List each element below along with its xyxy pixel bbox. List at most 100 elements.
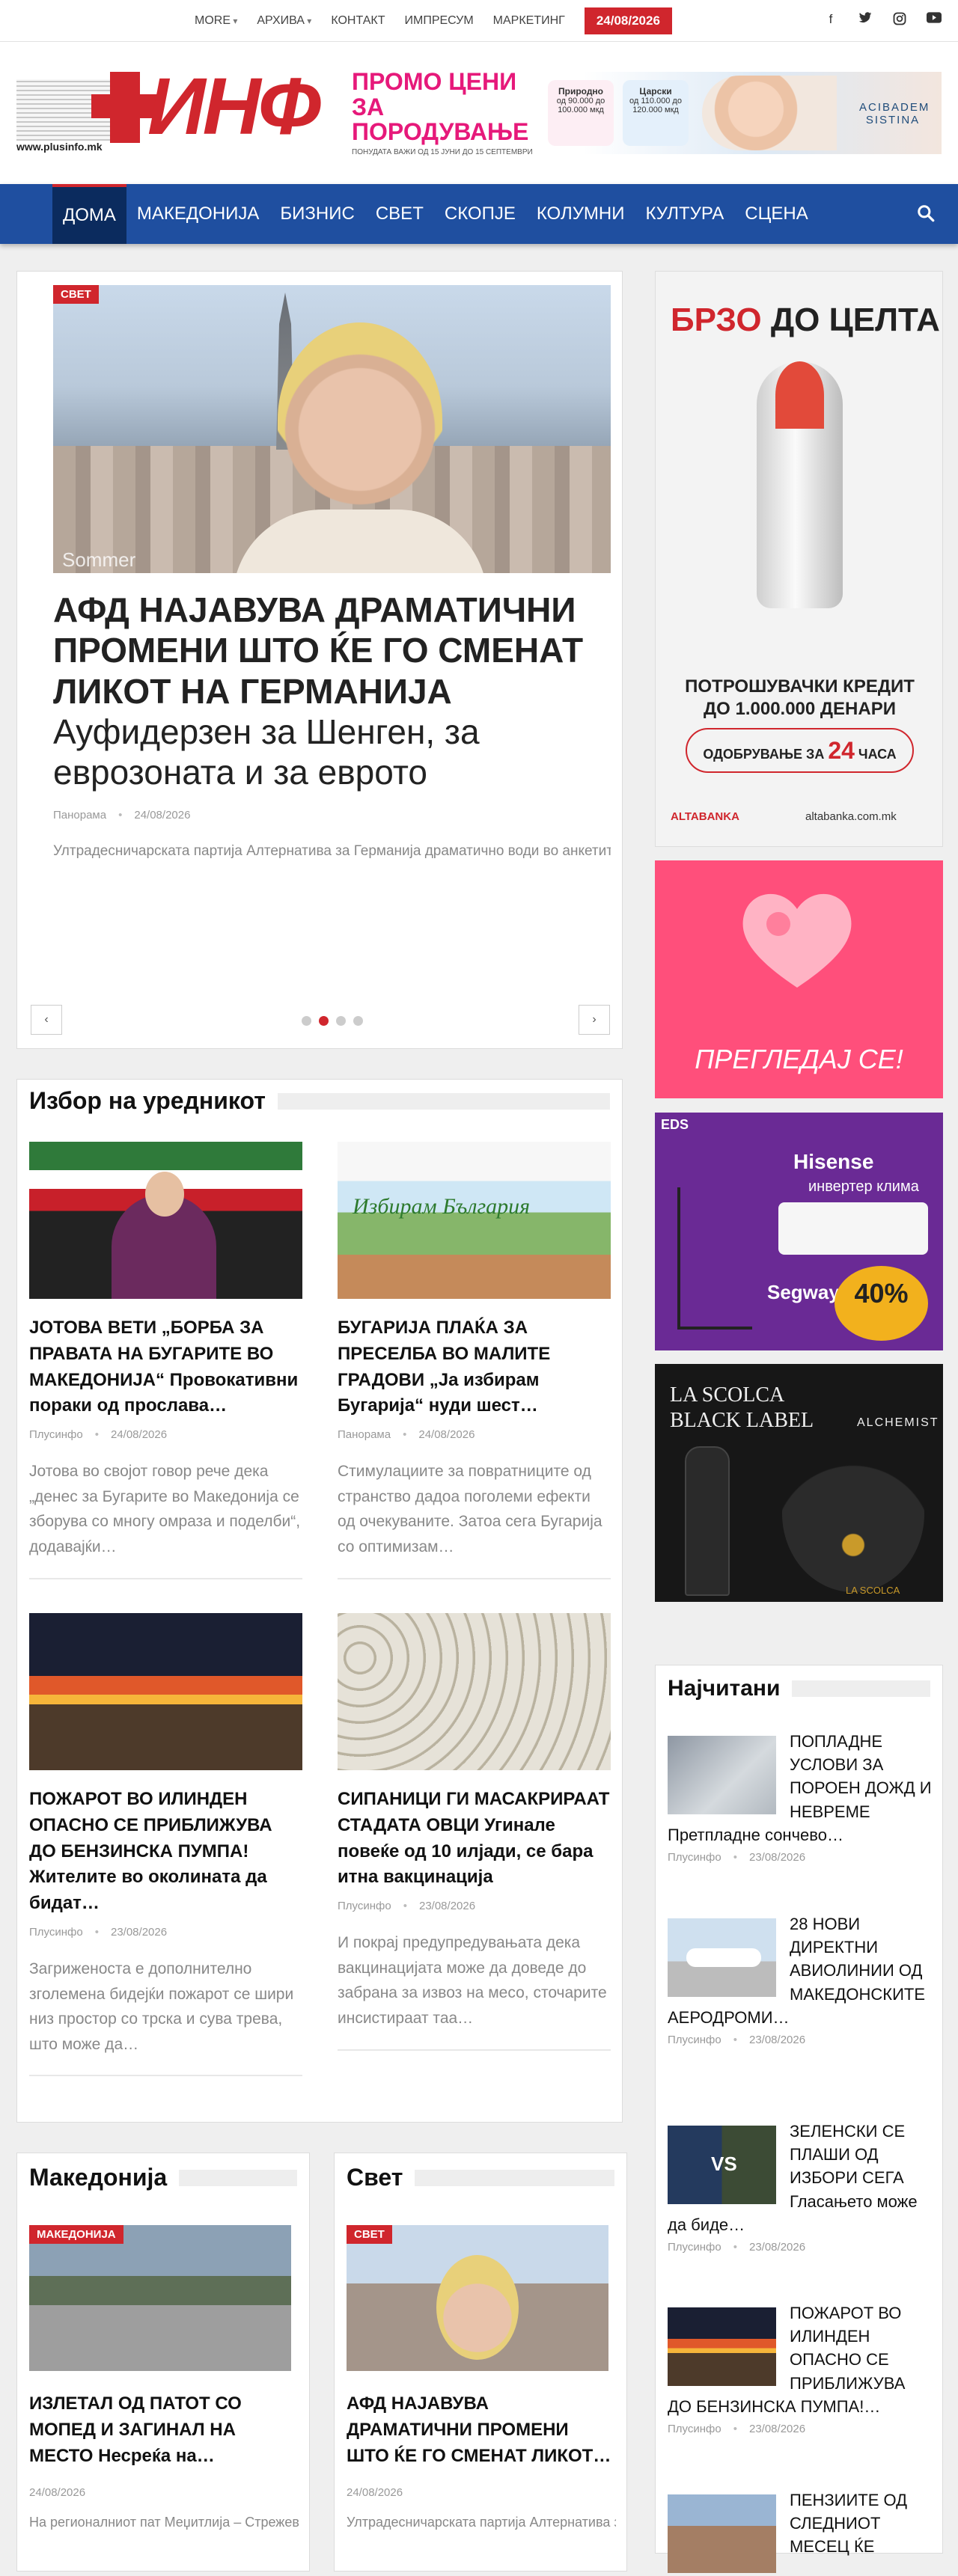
editors-card-meta: Панорама24/08/2026 xyxy=(338,1428,611,1441)
slide-headline[interactable]: АФД НАЈАВУВА ДРАМАТИЧНИ ПРОМЕНИ ШТО ЌЕ Г… xyxy=(53,590,583,711)
nav-home[interactable]: ДОМА xyxy=(52,184,126,244)
slider-dot[interactable] xyxy=(302,1016,311,1026)
slider-prev-button[interactable]: ‹ xyxy=(31,1005,62,1035)
editors-choice-title: Избор на уредникот xyxy=(29,1087,266,1114)
most-read-header: Најчитани xyxy=(668,1676,930,1701)
nav-scene[interactable]: СЦЕНА xyxy=(734,184,818,244)
world-article-excerpt: Ултрадесничарската партија Алтернатива з… xyxy=(347,2515,616,2530)
nav-world[interactable]: СВЕТ xyxy=(365,184,434,244)
top-nav-more[interactable]: MORE xyxy=(195,14,237,28)
slide-title[interactable]: АФД НАЈАВУВА ДРАМАТИЧНИ ПРОМЕНИ ШТО ЌЕ Г… xyxy=(53,590,622,792)
macedonia-article-title[interactable]: ИЗЛЕТАЛ ОД ПАТОТ СО МОПЕД И ЗАГИНАЛ НА М… xyxy=(29,2391,299,2469)
most-read-thumb[interactable] xyxy=(668,2126,776,2204)
most-read-author[interactable]: Плусинфо xyxy=(668,2034,721,2046)
eds-ad[interactable]: EDS Hisense инвертер клима Segway 40% xyxy=(655,1113,943,1350)
baby-image xyxy=(702,76,837,150)
divider xyxy=(29,1577,302,1579)
youtube-icon[interactable] xyxy=(927,12,942,29)
editors-card: ЈОТОВА ВЕТИ „БОРБА ЗА ПРАВАТА НА БУГАРИТ… xyxy=(29,1142,302,1579)
logo-plus-v xyxy=(110,72,140,143)
top-nav-impressum[interactable]: ИМПРЕСУМ xyxy=(404,14,473,28)
slide-image[interactable]: Sommer СВЕТ xyxy=(53,285,611,573)
editors-card-excerpt: И покрај предупредувањата дека вакцинаци… xyxy=(338,1934,607,2027)
most-read-date: 23/08/2026 xyxy=(721,2034,805,2046)
ad-button-pre: ОДОБРУВАЊЕ ЗА xyxy=(703,747,829,762)
most-read-author[interactable]: Плусинфо xyxy=(668,2241,721,2254)
macedonia-header: Македонија xyxy=(29,2164,297,2191)
editors-card-author[interactable]: Плусинфо xyxy=(338,1900,391,1912)
most-read-thumb[interactable] xyxy=(668,1918,776,1997)
promo-box-caesarean-text: од 110.000 до 120.000 мкд xyxy=(629,97,682,114)
top-nav-archive[interactable]: АРХИВА xyxy=(257,14,311,28)
ad-segway: Segway xyxy=(767,1281,840,1303)
editors-card-image[interactable] xyxy=(338,1613,611,1770)
editors-card-date: 23/08/2026 xyxy=(83,1926,167,1939)
ad-text: ПРЕГЛЕДАЈ СЕ! xyxy=(695,1044,903,1074)
world-article-image[interactable]: СВЕТ xyxy=(347,2225,608,2371)
most-read-meta: Плусинфо23/08/2026 xyxy=(668,1847,933,1864)
most-read-meta: Плусинфо23/08/2026 xyxy=(668,2236,933,2254)
editors-card-title[interactable]: ЈОТОВА ВЕТИ „БОРБА ЗА ПРАВАТА НА БУГАРИТ… xyxy=(29,1315,302,1419)
slide-author[interactable]: Панорама xyxy=(53,809,106,822)
instagram-icon[interactable] xyxy=(892,12,907,29)
most-read-thumb[interactable] xyxy=(668,2494,776,2573)
slide-category-badge[interactable]: СВЕТ xyxy=(53,285,99,304)
nav-culture[interactable]: КУЛТУРА xyxy=(635,184,735,244)
ad-button-post: ЧАСА xyxy=(854,747,897,762)
nav-macedonia[interactable]: МАКЕДОНИЈА xyxy=(126,184,270,244)
most-read-item: ПОЖАРОТ ВО ИЛИНДЕН ОПАСНО СЕ ПРИБЛИЖУВА … xyxy=(668,2301,933,2435)
editors-card-image[interactable] xyxy=(29,1613,302,1770)
macedonia-title: Македонија xyxy=(29,2164,168,2191)
slider-next-button[interactable]: › xyxy=(579,1005,610,1035)
alchemist-ad[interactable]: LA SCOLCA BLACK LABEL ALCHEMIST LA SCOLC… xyxy=(655,1364,943,1602)
editors-card-title[interactable]: СИПАНИЦИ ГИ МАСАКРИРААТ СТАДАТА ОВЦИ Уги… xyxy=(338,1787,611,1891)
rocket-image xyxy=(757,361,843,608)
air-conditioner-image xyxy=(778,1202,928,1255)
most-read-author[interactable]: Плусинфо xyxy=(668,2423,721,2435)
editors-card-title[interactable]: БУГАРИЈА ПЛАЌА ЗА ПРЕСЕЛБА ВО МАЛИТЕ ГРА… xyxy=(338,1315,611,1419)
current-date: 24/08/2026 xyxy=(584,7,672,34)
most-read-thumb[interactable] xyxy=(668,1736,776,1814)
editors-card-author[interactable]: Панорама xyxy=(338,1428,391,1441)
category-badge[interactable]: СВЕТ xyxy=(347,2225,392,2244)
macedonia-section: Македонија МАКЕДОНИЈА ИЗЛЕТАЛ ОД ПАТОТ С… xyxy=(16,2153,310,2572)
checkup-ad[interactable]: ПРЕГЛЕДАЈ СЕ! xyxy=(655,860,943,1098)
slider-dot-active[interactable] xyxy=(319,1016,329,1026)
macedonia-article-excerpt: На регионалниот пат Меџитлија – Стрежево… xyxy=(29,2515,299,2530)
editors-card-date: 24/08/2026 xyxy=(391,1428,475,1441)
top-nav-contact[interactable]: КОНТАКТ xyxy=(331,14,385,28)
altabanka-ad[interactable]: БРЗО ДО ЦЕЛТА ПОТРОШУВАЧКИ КРЕДИТ ДО 1.0… xyxy=(655,271,943,847)
world-section: Свет СВЕТ АФД НАЈАВУВА ДРАМАТИЧНИ ПРОМЕН… xyxy=(334,2153,627,2572)
editors-card-meta: Плусинфо24/08/2026 xyxy=(29,1428,302,1441)
nav-business[interactable]: БИЗНИС xyxy=(269,184,364,244)
most-read-author[interactable]: Плусинфо xyxy=(668,1851,721,1864)
macedonia-article-image[interactable]: МАКЕДОНИЈА xyxy=(29,2225,291,2371)
twitter-icon[interactable] xyxy=(858,12,873,29)
facebook-icon[interactable]: f xyxy=(823,12,838,29)
promo-banner[interactable]: ПРОМО ЦЕНИ ЗА ПОРОДУВАЊЕ ПОНУДАТА ВАЖИ О… xyxy=(344,68,942,156)
world-title: Свет xyxy=(347,2164,403,2191)
section-title-bar xyxy=(277,1092,610,1110)
editors-card-image[interactable] xyxy=(338,1142,611,1299)
slide-watermark: Sommer xyxy=(62,548,136,571)
top-nav-marketing[interactable]: МАРКЕТИНГ xyxy=(493,14,565,28)
most-read-thumb[interactable] xyxy=(668,2307,776,2386)
ad-button: ОДОБРУВАЊЕ ЗА 24 ЧАСА xyxy=(686,728,914,773)
slide-subtitle[interactable]: Ауфидерзен за Шенген, за еврозоната и за… xyxy=(53,712,622,793)
most-read-item: ПОПЛАДНЕ УСЛОВИ ЗА ПОРОЕН ДОЖД И НЕВРЕМЕ… xyxy=(668,1730,933,1864)
slider-dot[interactable] xyxy=(336,1016,346,1026)
editors-card-title[interactable]: ПОЖАРОТ ВО ИЛИНДЕН ОПАСНО СЕ ПРИБЛИЖУВА … xyxy=(29,1787,302,1917)
site-logo[interactable]: ИНФ www.plusinfo.mk xyxy=(16,66,338,154)
ad-brand: Hisense xyxy=(793,1150,874,1173)
editors-card-image[interactable] xyxy=(29,1142,302,1299)
editors-card-author[interactable]: Плусинфо xyxy=(29,1926,83,1939)
category-badge[interactable]: МАКЕДОНИЈА xyxy=(29,2225,123,2244)
slider-dot[interactable] xyxy=(353,1016,363,1026)
search-icon[interactable] xyxy=(916,204,936,223)
nav-columns[interactable]: КОЛУМНИ xyxy=(526,184,635,244)
slide-image-person xyxy=(278,322,442,517)
promo-title: ПРОМО ЦЕНИ ЗА ПОРОДУВАЊЕ xyxy=(352,68,529,146)
world-article-title[interactable]: АФД НАЈАВУВА ДРАМАТИЧНИ ПРОМЕНИ ШТО ЌЕ Г… xyxy=(347,2391,616,2469)
editors-card-author[interactable]: Плусинфо xyxy=(29,1428,83,1441)
nav-skopje[interactable]: СКОПЈЕ xyxy=(434,184,526,244)
